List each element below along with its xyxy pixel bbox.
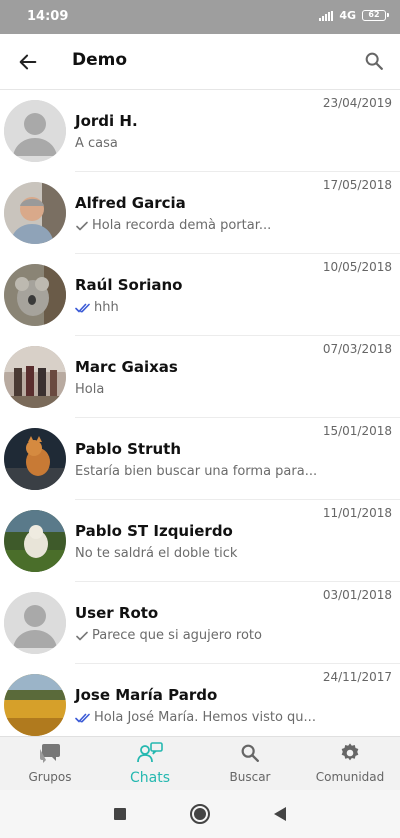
chat-date: 11/01/2018 (322, 506, 392, 520)
chat-name: Marc Gaixas (75, 358, 178, 376)
chat-preview-text: A casa (75, 136, 118, 151)
chat-date: 15/01/2018 (322, 424, 392, 438)
search-icon (239, 742, 261, 768)
signal-icon (319, 10, 334, 21)
chat-row-pablo-st[interactable]: Pablo ST Izquierdo 11/01/2018 No te sald… (0, 500, 400, 582)
chat-preview-text: Hola (75, 382, 105, 397)
chat-row-user-roto[interactable]: User Roto 03/01/2018 Parece que si aguje… (0, 582, 400, 664)
chat-date: 24/11/2017 (322, 670, 392, 684)
chat-preview: Hola José María. Hemos visto qu... (75, 710, 325, 725)
chat-preview-text: Parece que si agujero roto (92, 628, 262, 643)
avatar (4, 100, 66, 162)
chat-preview: hhh (75, 300, 325, 315)
sent-tick-icon (75, 220, 89, 232)
app-bar: Demo (0, 34, 400, 90)
chat-preview-text: hhh (94, 300, 119, 315)
chat-preview-text: No te saldrá el doble tick (75, 546, 238, 561)
nav-buscar[interactable]: Buscar (200, 737, 300, 790)
nav-label: Buscar (229, 770, 271, 784)
system-navigation-bar (0, 790, 400, 838)
avatar (4, 592, 66, 654)
chat-preview: No te saldrá el doble tick (75, 546, 325, 561)
avatar (4, 182, 66, 244)
chat-row-marc[interactable]: Marc Gaixas 07/03/2018 Hola (0, 336, 400, 418)
sent-tick-icon (75, 630, 89, 642)
recent-apps-icon[interactable] (108, 802, 132, 826)
avatar (4, 346, 66, 408)
chat-name: Jordi H. (75, 112, 138, 130)
chat-name: Alfred Garcia (75, 194, 186, 212)
nav-grupos[interactable]: Grupos (0, 737, 100, 790)
chat-date: 17/05/2018 (322, 178, 392, 192)
nav-label: Chats (129, 770, 170, 786)
chat-row-jordi[interactable]: Jordi H. 23/04/2019 A casa (0, 90, 400, 172)
chat-name: Jose María Pardo (75, 686, 218, 704)
chat-preview: Hola recorda demà portar... (75, 218, 325, 233)
bottom-navigation: Grupos Chats Buscar Comunidad (0, 736, 400, 790)
chat-preview: Estaría bien buscar una forma para... (75, 464, 325, 479)
chat-row-pablo-struth[interactable]: Pablo Struth 15/01/2018 Estaría bien bus… (0, 418, 400, 500)
search-icon[interactable] (360, 47, 388, 75)
chat-date: 10/05/2018 (322, 260, 392, 274)
chat-preview-text: Hola José María. Hemos visto qu... (94, 710, 316, 725)
read-double-tick-icon (75, 712, 91, 724)
nav-chats[interactable]: Chats (100, 737, 200, 790)
chat-row-raul[interactable]: Raúl Soriano 10/05/2018 hhh (0, 254, 400, 336)
chat-preview: Hola (75, 382, 325, 397)
chat-row-alfred[interactable]: Alfred Garcia 17/05/2018 Hola recorda de… (0, 172, 400, 254)
chat-name: Pablo ST Izquierdo (75, 522, 233, 540)
chat-preview: A casa (75, 136, 325, 151)
chat-preview-text: Hola recorda demà portar... (92, 218, 272, 233)
nav-comunidad[interactable]: Comunidad (300, 737, 400, 790)
avatar (4, 428, 66, 490)
read-double-tick-icon (75, 302, 91, 314)
back-triangle-icon[interactable] (268, 802, 292, 826)
chat-preview: Parece que si agujero roto (75, 628, 325, 643)
avatar (4, 264, 66, 326)
chat-name: User Roto (75, 604, 159, 622)
back-arrow-icon[interactable] (14, 48, 42, 76)
chat-row-jose-maria[interactable]: Jose María Pardo 24/11/2017 Hola José Ma… (0, 664, 400, 736)
home-icon[interactable] (188, 802, 212, 826)
chat-date: 03/01/2018 (322, 588, 392, 602)
network-type: 4G (339, 9, 356, 22)
nav-label: Comunidad (315, 770, 385, 784)
chat-name: Pablo Struth (75, 440, 182, 458)
chat-date: 07/03/2018 (322, 342, 392, 356)
status-icons: 4G 62 (319, 9, 389, 22)
gear-icon (339, 742, 361, 768)
avatar (4, 674, 66, 736)
status-bar: 14:09 4G 62 (0, 0, 400, 34)
status-time: 14:09 (27, 9, 69, 24)
page-title: Demo (72, 50, 128, 70)
groups-icon (38, 742, 62, 768)
avatar (4, 510, 66, 572)
chat-name: Raúl Soriano (75, 276, 183, 294)
chat-list[interactable]: Jordi H. 23/04/2019 A casa Alfred Garcia… (0, 90, 400, 736)
nav-label: Grupos (28, 770, 72, 784)
chats-icon (137, 742, 163, 768)
chat-preview-text: Estaría bien buscar una forma para... (75, 464, 318, 479)
battery-icon: 62 (362, 10, 389, 21)
chat-date: 23/04/2019 (322, 96, 392, 110)
